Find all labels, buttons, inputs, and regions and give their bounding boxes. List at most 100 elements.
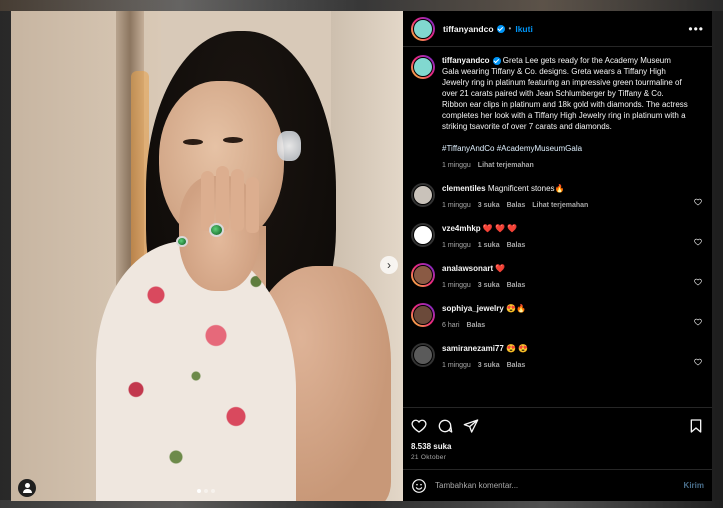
comment-input[interactable] [435,481,684,490]
comment-text: ❤️ [495,264,506,273]
photo-ring-tourmaline [209,223,224,237]
carousel-dot [197,489,201,493]
reply-button[interactable]: Balas [507,280,526,291]
comment-content: vze4mhkp ❤️ ❤️ ❤️ 1 minggu 1 suka Balas [442,223,704,251]
avatar-image [413,305,433,325]
avatar[interactable] [411,183,435,207]
photo-finger [246,177,259,233]
tiffany-logo [413,18,433,39]
comments-list[interactable]: tiffanyandco Greta Lee gets ready for th… [403,47,712,407]
comment-row: clementiles Magnificent stones🔥 1 minggu… [411,183,704,211]
feed-backdrop-top [0,0,723,11]
feed-backdrop-bottom [0,500,723,508]
caption-time: 1 minggu [442,162,471,169]
heart-icon[interactable] [694,193,702,206]
reply-button[interactable]: Balas [507,200,526,211]
caption-content: tiffanyandco Greta Lee gets ready for th… [442,55,704,171]
comment-likes[interactable]: 3 suka [478,360,500,371]
comment-content: clementiles Magnificent stones🔥 1 minggu… [442,183,704,211]
avatar[interactable] [411,55,435,79]
comment-row: analawsonart ❤️ 1 minggu 3 suka Balas [411,263,704,291]
comment-time: 1 minggu [442,242,471,249]
photo-finger [216,166,229,231]
avatar-image [413,225,433,245]
caption-meta: 1 minggu Lihat terjemahan [442,160,688,171]
follow-button[interactable]: Ikuti [515,24,532,34]
photo-finger [231,169,244,231]
comment-meta: 1 minggu 3 suka Balas Lihat terjemahan [442,200,688,211]
caption-row: tiffanyandco Greta Lee gets ready for th… [411,55,704,171]
comment-likes[interactable]: 3 suka [478,200,500,211]
comment-username[interactable]: analawsonart [442,264,493,273]
more-options-icon[interactable]: ••• [688,22,704,36]
separator-dot: • [508,24,512,33]
photo-finger [201,171,214,231]
verified-icon [496,24,505,33]
comment-row: sophiya_jewelry 😍🔥 6 hari Balas [411,303,704,331]
translate-link[interactable]: Lihat terjemahan [478,160,534,171]
reply-button[interactable]: Balas [507,240,526,251]
reply-button[interactable]: Balas [507,360,526,371]
comment-row: vze4mhkp ❤️ ❤️ ❤️ 1 minggu 1 suka Balas [411,223,704,251]
comment-row: samiranezami77 😍 😍 1 minggu 3 suka Balas [411,343,704,371]
comment-content: analawsonart ❤️ 1 minggu 3 suka Balas [442,263,704,291]
heart-icon[interactable] [694,233,702,246]
verified-icon [492,56,501,65]
caption-text: Greta Lee gets ready for the Academy Mus… [442,56,688,131]
comment-time: 1 minggu [442,362,471,369]
heart-icon[interactable] [694,353,702,366]
like-count[interactable]: 8.538 suka [411,442,704,451]
tiffany-logo [413,57,433,77]
post-date: 21 Oktober [411,454,447,461]
carousel-dot [211,489,215,493]
comment-likes[interactable]: 1 suka [478,240,500,251]
caption-hashtags[interactable]: #TiffanyAndCo #AcademyMuseumGala [442,143,688,154]
author-username[interactable]: tiffanyandco [443,24,494,34]
comment-username[interactable]: samiranezami77 [442,344,504,353]
comment-username[interactable]: vze4mhkp [442,224,481,233]
photo-eye-left [183,139,203,145]
comment-meta: 6 hari Balas [442,320,688,331]
heart-icon[interactable] [411,418,427,434]
reply-button[interactable]: Balas [467,320,486,331]
action-icons [411,416,704,436]
post-actions: 8.538 suka 21 Oktober [403,407,712,469]
comments-panel: tiffanyandco • Ikuti ••• tiffanyandco Gr… [403,11,712,501]
emoji-icon[interactable] [411,478,427,494]
photo-eye-right [223,137,243,143]
comment-time: 6 hari [442,322,460,329]
comment-text: Magnificent stones🔥 [487,184,565,193]
comment-text: ❤️ ❤️ ❤️ [482,224,518,233]
post-header: tiffanyandco • Ikuti ••• [403,11,712,47]
comment-content: sophiya_jewelry 😍🔥 6 hari Balas [442,303,704,331]
comment-text: 😍 😍 [506,344,529,353]
comment-composer: Kirim [403,469,712,501]
photo-ring-tsavorite [176,236,188,247]
comment-meta: 1 minggu 3 suka Balas [442,360,688,371]
user-tag-icon[interactable] [18,479,36,497]
user-tag-body [22,489,32,493]
heart-icon[interactable] [694,273,702,286]
comment-time: 1 minggu [442,202,471,209]
caption-username[interactable]: tiffanyandco [442,56,490,65]
comment-likes[interactable]: 3 suka [478,280,500,291]
avatar[interactable] [411,263,435,287]
bookmark-icon[interactable] [688,418,704,434]
avatar[interactable] [411,303,435,327]
post-comment-button[interactable]: Kirim [684,481,704,490]
carousel-indicator [197,489,215,493]
comment-meta: 1 minggu 3 suka Balas [442,280,688,291]
comment-username[interactable]: clementiles [442,184,486,193]
avatar[interactable] [411,343,435,367]
post-modal: › tiffanyandco • Ikuti ••• tiffanyandco [11,11,712,501]
translate-link[interactable]: Lihat terjemahan [532,200,588,211]
heart-icon[interactable] [694,313,702,326]
share-icon[interactable] [463,418,479,434]
comment-username[interactable]: sophiya_jewelry [442,304,504,313]
avatar[interactable] [411,223,435,247]
comment-icon[interactable] [437,418,453,434]
avatar[interactable] [411,16,435,41]
next-icon[interactable]: › [380,256,398,274]
user-tag-head [24,483,30,488]
photo-earring [277,131,301,161]
